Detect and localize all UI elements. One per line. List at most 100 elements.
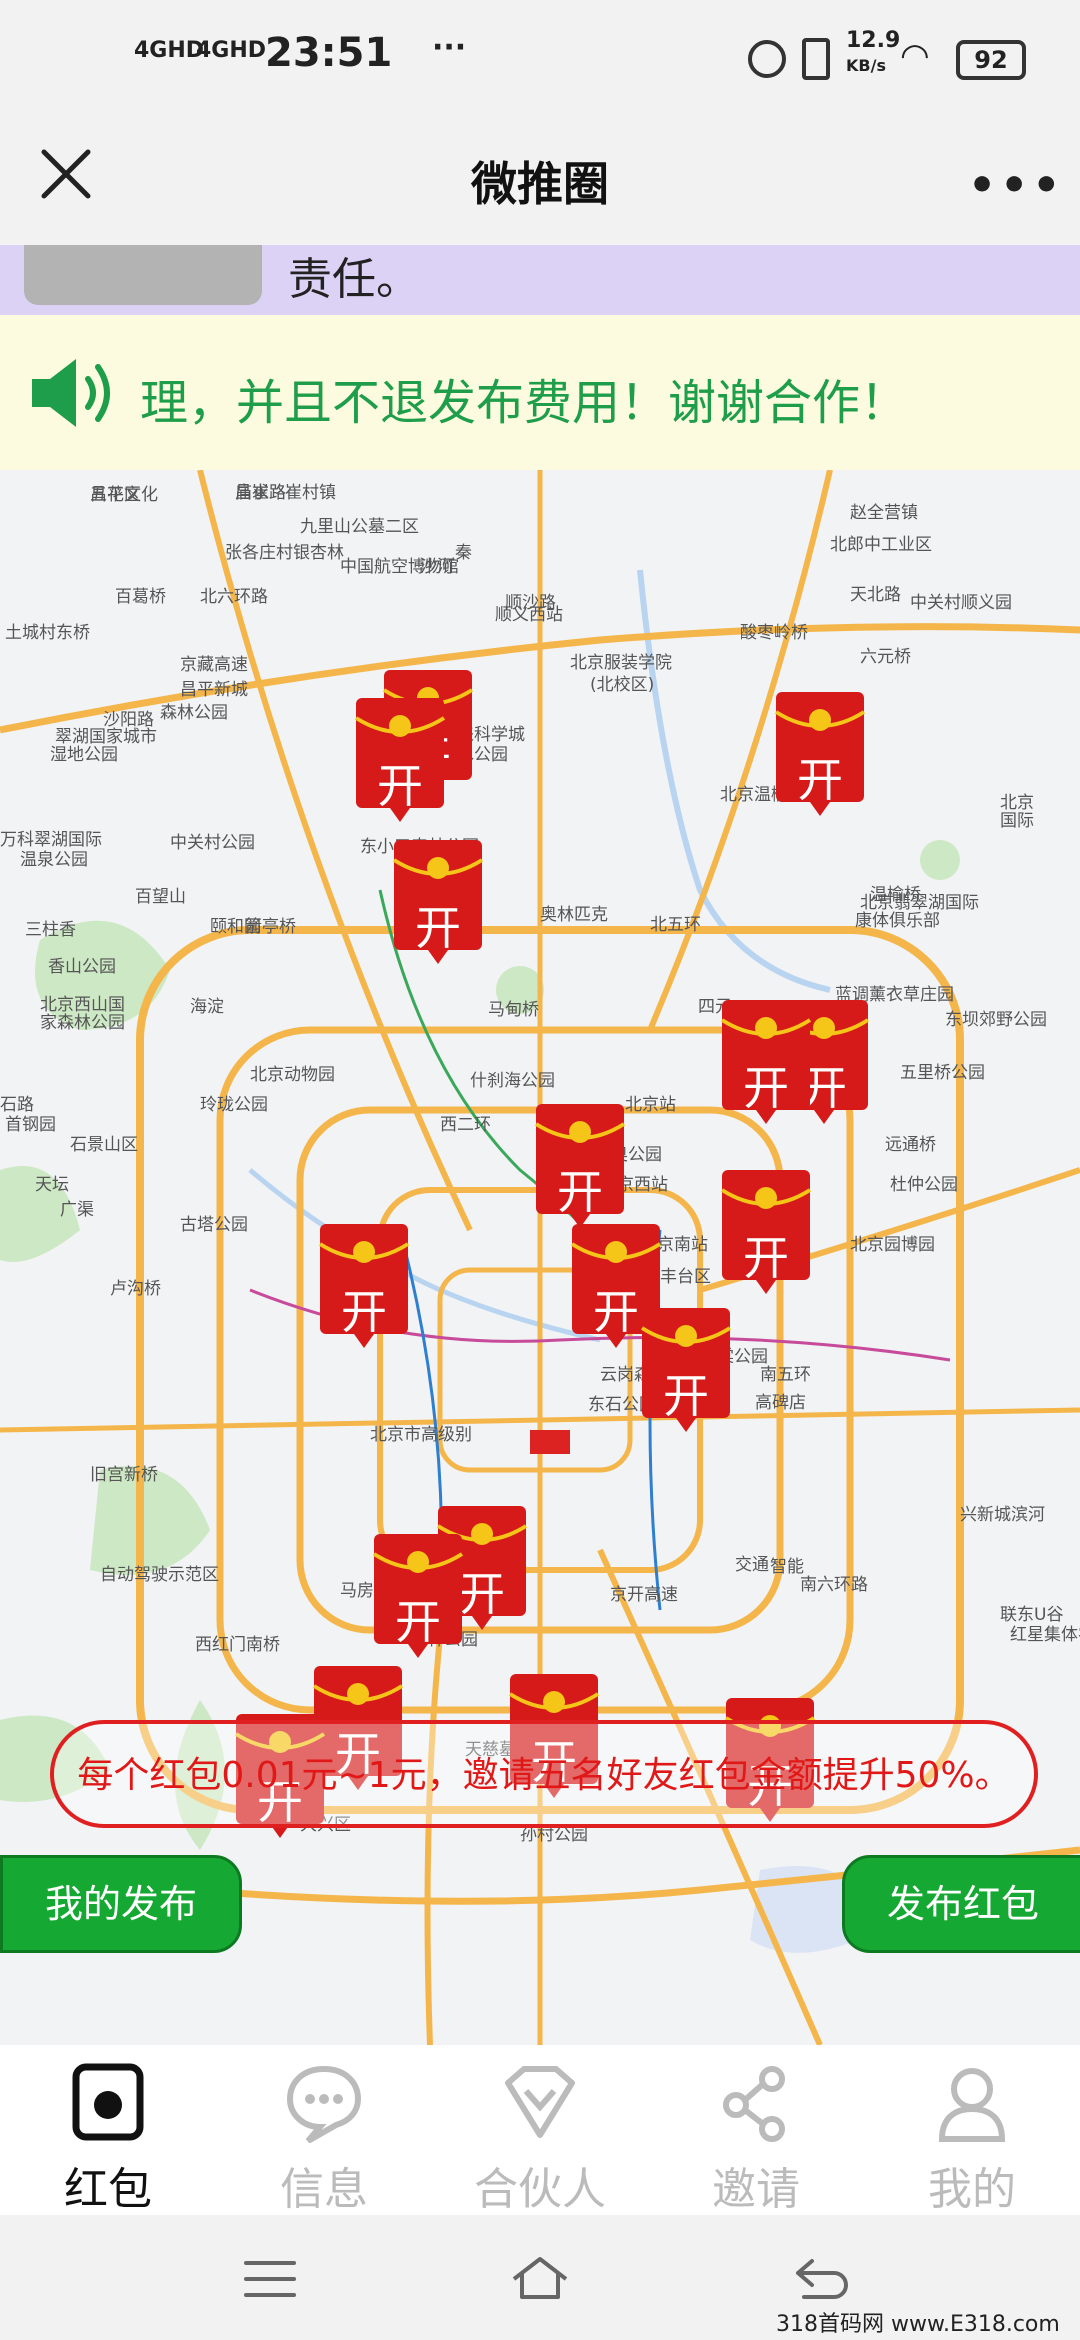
map-place-label: 杜仲公园	[890, 1175, 958, 1195]
map-place-label: 酸枣岭桥	[740, 623, 808, 643]
map-place-label: 高碑店	[755, 1393, 806, 1413]
map-place-label: 百葛桥	[115, 587, 166, 607]
home-icon[interactable]	[510, 2253, 570, 2305]
map-place-label: 箭亭桥	[245, 917, 296, 937]
net-speed-unit: KB/s	[846, 56, 886, 75]
tab-label: 邀请	[712, 2164, 800, 2215]
map-place-label: 玲珑公园	[200, 1095, 268, 1115]
tab-label: 合伙人	[474, 2164, 606, 2215]
map-place-label: 北京园博园	[850, 1235, 935, 1255]
red-packet-icon	[72, 2063, 144, 2141]
map-place-label: 家森林公园	[40, 1013, 125, 1033]
profile-icon	[938, 2068, 1006, 2142]
map-place-label: 五里桥公园	[900, 1063, 985, 1083]
map-place-label: 中关村顺义园	[910, 593, 1012, 613]
map-place-label: 远通桥	[885, 1135, 936, 1155]
map-place-label: 古塔公园	[180, 1215, 248, 1235]
clock: 23:51	[265, 30, 393, 76]
speaker-icon	[32, 359, 110, 427]
map-place-label: 东坝郊野公园	[945, 1010, 1047, 1030]
map-place-label: 赵全营镇	[850, 503, 918, 523]
map-place-label: 南五环	[760, 1365, 811, 1385]
red-packet-pin[interactable]: 开	[532, 1104, 628, 1228]
red-packet-pin[interactable]: 开	[370, 1534, 466, 1658]
tab-partner[interactable]: 合伙人	[432, 2063, 648, 2215]
red-packet-pin[interactable]: 开	[772, 692, 868, 816]
map-place-label: 顺义西站	[495, 605, 563, 625]
watermark: 318首码网 www.E318.com	[776, 2312, 1060, 2337]
map-place-label: 三柱香	[25, 920, 76, 940]
map-place-label: 西二环	[440, 1115, 491, 1135]
tab-label: 我的	[928, 2164, 1016, 2215]
map-place-label: 马甸桥	[488, 1000, 539, 1020]
red-packet-pin[interactable]: 开	[638, 1308, 734, 1432]
red-packet-pin[interactable]: 开	[390, 840, 486, 964]
map-place-label: 南六环路	[800, 1575, 868, 1595]
map-place-label: 石景山区	[70, 1135, 138, 1155]
tab-label: 红包	[64, 2164, 152, 2215]
map-place-label: 张各庄村银杏林	[225, 543, 344, 563]
post-red-packet-button[interactable]: 发布红包	[842, 1855, 1080, 1953]
map-place-label: 天坛	[35, 1175, 69, 1195]
map-place-label: 智能	[770, 1557, 804, 1577]
notice-bar: 理，并且不退发布费用！谢谢合作！	[0, 315, 1080, 470]
my-posts-button[interactable]: 我的发布	[0, 1855, 242, 1953]
map-place-label: 香山公园	[48, 957, 116, 977]
map-place-label: 北六环路	[200, 587, 268, 607]
map-place-label: 什刹海公园	[470, 1071, 555, 1091]
map-place-label: 京开高速	[610, 1585, 678, 1605]
map-place-label: 旧宫新桥	[90, 1465, 158, 1485]
overflow-dots: ···	[432, 30, 467, 65]
map-place-label: 交通	[735, 1555, 769, 1575]
battery-indicator: 92	[956, 40, 1026, 80]
map-place-label: 天北路	[850, 585, 901, 605]
bottom-tab-bar: 红包 信息 合伙人 邀请 我的	[0, 2045, 1080, 2215]
strip-text: 责任。	[288, 254, 420, 305]
tab-invite[interactable]: 邀请	[648, 2063, 864, 2215]
map-place-label: 北郎中工业区	[830, 535, 932, 555]
map-place-label: 六元桥	[860, 647, 911, 667]
map-place-label: 温泉公园	[20, 850, 88, 870]
map-place-label: 中关村公园	[170, 833, 255, 853]
red-packet-pin[interactable]: 开	[718, 1170, 814, 1294]
map-place-label: (北校区)	[590, 675, 655, 695]
map-place-label: 北京站	[625, 1095, 676, 1115]
promo-text: 每个红包0.01元~1元，邀请五名好友红包金额提升50%。	[77, 1755, 1011, 1796]
map-place-label: 兴新城滨河	[960, 1505, 1045, 1525]
map-place-label: 首钢园	[5, 1115, 56, 1135]
net-speed: 12.9	[846, 28, 901, 53]
tab-red-packet[interactable]: 红包	[0, 2063, 216, 2215]
signal-1: 4GHD	[134, 38, 205, 63]
map-place-label: 康体俱乐部	[855, 911, 940, 931]
tab-profile[interactable]: 我的	[864, 2063, 1080, 2215]
map-place-label: 马房	[340, 1581, 374, 1601]
page-title: 微推圈	[471, 157, 609, 211]
red-packet-pin[interactable]: 开	[352, 698, 448, 822]
map-place-label: 沙河	[420, 557, 454, 577]
back-icon[interactable]	[790, 2253, 850, 2305]
map-place-label: 庙求路	[235, 483, 286, 503]
vibrate-icon	[802, 38, 830, 80]
share-icon	[723, 2066, 785, 2142]
map-place-label: 奥林匹克	[540, 905, 608, 925]
tab-message[interactable]: 信息	[216, 2063, 432, 2215]
map-place-label: 西红门南桥	[195, 1635, 280, 1655]
menu-icon[interactable]	[240, 2253, 300, 2305]
map-place-label: 森林公园	[160, 703, 228, 723]
wifi-icon: ◠	[900, 36, 930, 76]
map-place-label: 九里山公墓二区	[300, 517, 419, 537]
map-place-label: 百望山	[135, 887, 186, 907]
partner-icon	[505, 2066, 575, 2138]
red-packet-pin[interactable]: 开	[718, 1000, 814, 1124]
red-packet-pin[interactable]: 开	[316, 1224, 412, 1348]
map-place-label: 海淀	[190, 997, 224, 1017]
map-place-label: 丰台区	[660, 1267, 711, 1287]
previous-card-strip: 责任。	[0, 245, 1080, 315]
map-place-label: 联东U谷	[1000, 1605, 1064, 1625]
tab-label: 信息	[280, 2164, 368, 2215]
thumbnail-image	[24, 245, 262, 305]
notice-text: 理，并且不退发布费用！谢谢合作！	[140, 375, 909, 431]
more-menu-icon[interactable]: •••	[968, 160, 1064, 211]
map-place-label: 卢沟桥	[110, 1279, 161, 1299]
map-place-label: 广渠	[60, 1200, 94, 1220]
